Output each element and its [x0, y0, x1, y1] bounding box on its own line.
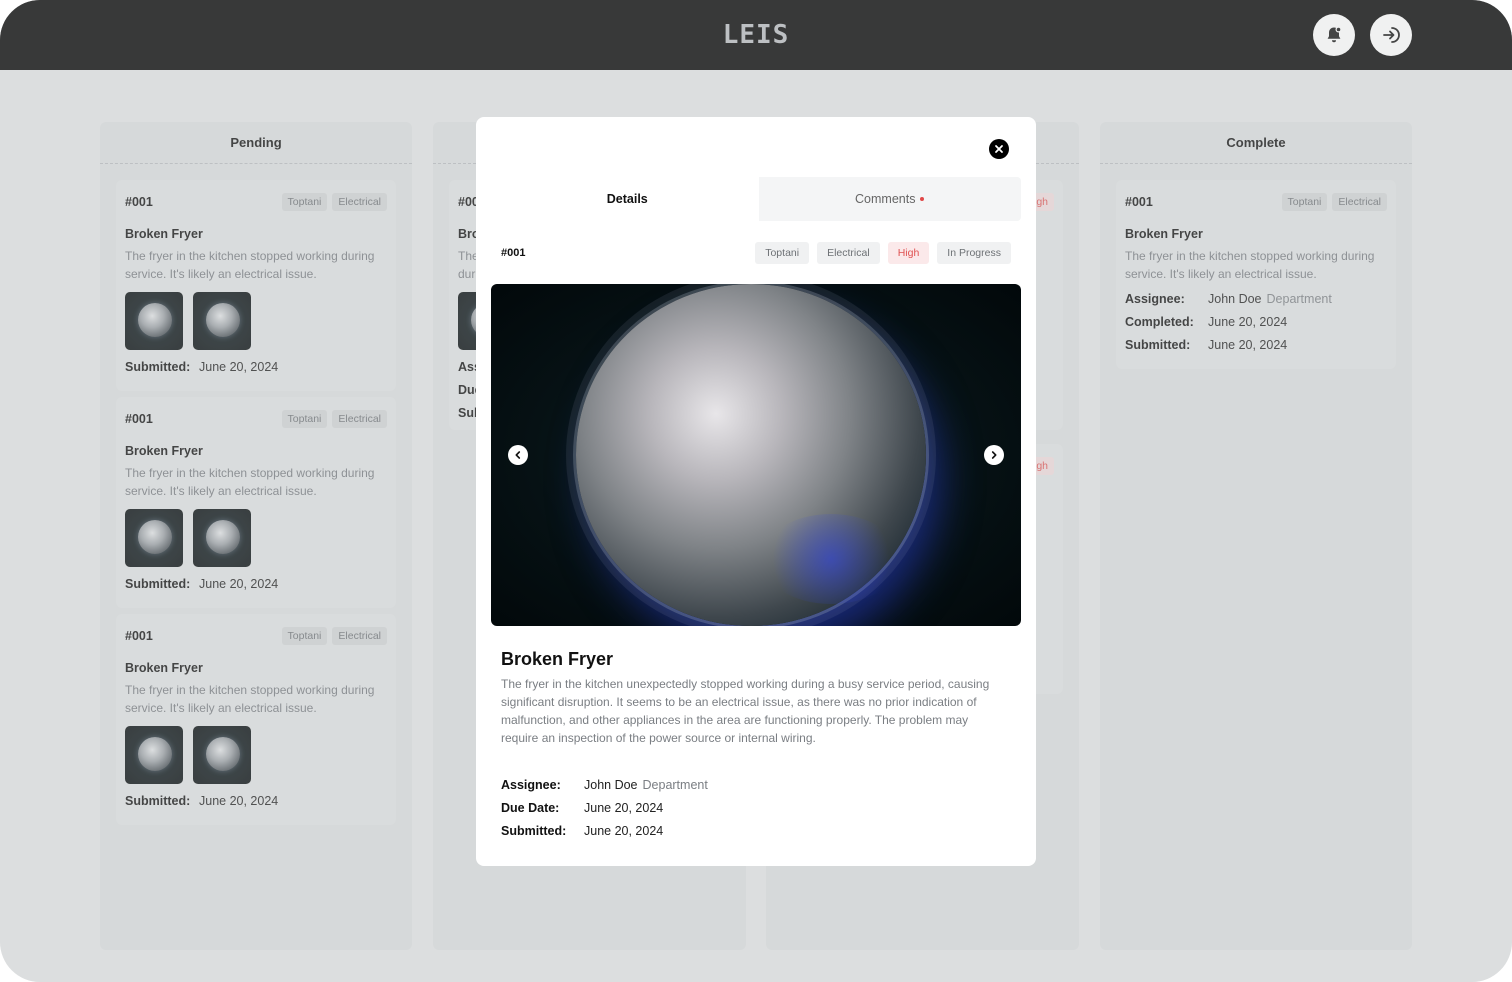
ticket-meta: Assignee: John Doe Department Due Date: … [501, 774, 708, 843]
carousel-prev-button[interactable] [508, 445, 528, 465]
close-button[interactable] [989, 139, 1009, 159]
ticket-title: Broken Fryer [501, 649, 614, 669]
due-date: June 20, 2024 [584, 801, 664, 815]
assignee-label: Assignee: [501, 778, 561, 792]
ticket-detail-modal: Details Comments #001 Toptani Electrical… [476, 117, 1036, 866]
submitted-label: Submitted: [501, 824, 567, 838]
due-date-label: Due Date: [501, 801, 560, 815]
assignee-name: John Doe [584, 778, 638, 792]
chevron-right-icon [991, 451, 997, 459]
ticket-description: The fryer in the kitchen unexpectedly st… [501, 677, 990, 745]
tab-comments[interactable]: Comments [759, 177, 1022, 221]
tab-details[interactable]: Details [496, 177, 759, 221]
location-tag: Toptani [755, 242, 810, 264]
unread-dot [920, 197, 925, 201]
assignee-department: Department [642, 778, 708, 792]
chevron-left-icon [515, 451, 521, 459]
ticket-id: #001 [501, 247, 526, 259]
status-tag: In Progress [937, 242, 1011, 264]
modal-tabs: Details Comments [496, 177, 1021, 221]
ticket-header-row: #001 Toptani Electrical High In Progress [501, 242, 1011, 264]
app-frame: LEIS Pending #001 Toptani Electrical Bro… [0, 0, 1512, 982]
category-tag: Electrical [817, 242, 880, 264]
close-icon [995, 145, 1003, 153]
ticket-image-carousel [491, 284, 1021, 626]
carousel-next-button[interactable] [984, 445, 1004, 465]
priority-tag: High [887, 242, 930, 264]
submitted-date: June 20, 2024 [584, 824, 664, 838]
